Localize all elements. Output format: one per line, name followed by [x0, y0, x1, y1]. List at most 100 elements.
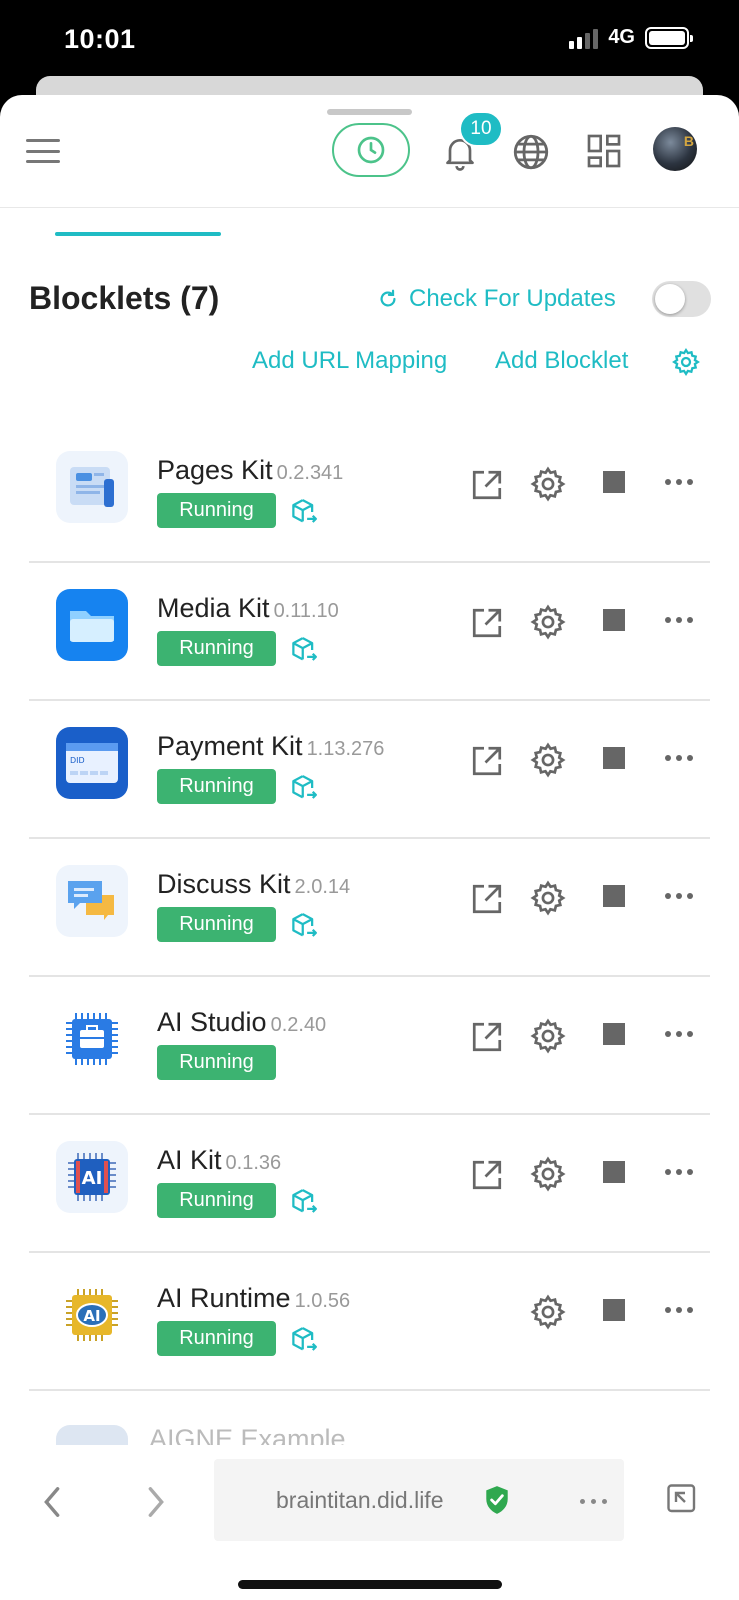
status-bar: 10:01 4G	[0, 0, 739, 82]
pages-kit-logo-icon	[56, 451, 128, 523]
blocklet-name: Pages Kit 0.2.341	[157, 455, 344, 485]
browser-toolbar: braintitan.did.life	[0, 1445, 739, 1600]
more-options-icon[interactable]	[665, 755, 693, 761]
status-indicators: 4G	[569, 26, 693, 49]
app-header: 10 B	[0, 95, 739, 208]
avatar[interactable]: B	[653, 127, 697, 171]
blocklet-row[interactable]: AI AI Kit 0.1.36 Running	[29, 1115, 710, 1253]
back-button[interactable]	[40, 1485, 64, 1524]
more-options-icon[interactable]	[665, 1169, 693, 1175]
activity-clock-button[interactable]	[332, 123, 410, 177]
status-time: 10:01	[64, 24, 136, 54]
menu-icon[interactable]	[26, 139, 60, 163]
payment-card-logo-icon: DID	[56, 727, 128, 799]
status-badge: Running	[157, 907, 276, 942]
open-external-icon[interactable]	[469, 605, 505, 646]
blocklet-version: 1.13.276	[306, 738, 385, 760]
check-updates-label: Check For Updates	[409, 285, 616, 312]
notification-count-badge: 10	[459, 111, 503, 147]
blocklet-row[interactable]: Media Kit 0.11.10 Running	[29, 563, 710, 701]
blocklet-name: Payment Kit 1.13.276	[157, 731, 385, 761]
blocklet-row[interactable]: AI Studio 0.2.40 Running	[29, 977, 710, 1115]
blocklet-name: AI Runtime 1.0.56	[157, 1283, 351, 1313]
grid-icon	[587, 134, 621, 168]
secure-shield-icon	[484, 1485, 510, 1520]
blocklets-settings-button[interactable]	[671, 347, 701, 382]
blocklet-version: 0.2.40	[270, 1014, 327, 1036]
gear-icon[interactable]	[529, 1293, 567, 1336]
stop-icon[interactable]	[603, 471, 625, 493]
url-text: braintitan.did.life	[276, 1487, 444, 1513]
blocklet-row[interactable]: Discuss Kit 2.0.14 Running	[29, 839, 710, 977]
stop-icon[interactable]	[603, 1299, 625, 1321]
active-tab-indicator	[55, 232, 221, 236]
gear-icon[interactable]	[529, 1017, 567, 1060]
open-external-icon[interactable]	[469, 467, 505, 508]
component-share-icon[interactable]	[289, 497, 319, 532]
status-badge: Running	[157, 1183, 276, 1218]
component-share-icon[interactable]	[289, 773, 319, 808]
stop-icon[interactable]	[603, 885, 625, 907]
more-options-icon[interactable]	[665, 893, 693, 899]
more-options-icon[interactable]	[665, 1307, 693, 1313]
chevron-right-icon	[148, 1487, 164, 1517]
open-external-icon[interactable]	[469, 1157, 505, 1198]
page-title: Blocklets (7)	[29, 280, 220, 316]
tabs-icon	[667, 1484, 696, 1513]
stop-icon[interactable]	[603, 609, 625, 631]
blocklet-version: 0.11.10	[273, 600, 339, 622]
gear-icon[interactable]	[529, 1155, 567, 1198]
auto-check-toggle[interactable]	[652, 281, 711, 317]
blocklet-row[interactable]: AI AI Runtime 1.0.56 Running	[29, 1253, 710, 1391]
open-external-icon[interactable]	[469, 881, 505, 922]
check-updates-button[interactable]: Check For Updates	[377, 285, 616, 313]
globe-icon	[513, 134, 549, 170]
svg-text:AI: AI	[82, 1168, 103, 1189]
add-blocklet-button[interactable]: Add Blocklet	[495, 347, 628, 375]
gear-icon	[672, 348, 700, 376]
address-bar[interactable]: braintitan.did.life	[214, 1459, 624, 1541]
blocklet-name: Media Kit 0.11.10	[157, 593, 339, 623]
blocklet-row[interactable]: DID Payment Kit 1.13.276 Running	[29, 701, 710, 839]
more-options-icon[interactable]	[580, 1499, 607, 1504]
gear-icon[interactable]	[529, 603, 567, 646]
component-share-icon[interactable]	[289, 1187, 319, 1222]
dashboard-button[interactable]	[584, 131, 624, 176]
stop-icon[interactable]	[603, 1023, 625, 1045]
status-badge: Running	[157, 1321, 276, 1356]
open-external-icon[interactable]	[469, 743, 505, 784]
component-share-icon[interactable]	[289, 911, 319, 946]
chevron-left-icon	[44, 1487, 60, 1517]
status-badge: Running	[157, 631, 276, 666]
ai-runtime-chip-logo-icon: AI	[56, 1279, 128, 1351]
gear-icon[interactable]	[529, 465, 567, 508]
gear-icon[interactable]	[529, 879, 567, 922]
more-options-icon[interactable]	[665, 617, 693, 623]
component-share-icon[interactable]	[289, 635, 319, 670]
network-label: 4G	[608, 26, 635, 48]
svg-text:DID: DID	[70, 756, 85, 765]
open-external-icon[interactable]	[469, 1019, 505, 1060]
gear-icon[interactable]	[529, 741, 567, 784]
blocklet-name: AI Kit 0.1.36	[157, 1145, 282, 1175]
component-share-icon[interactable]	[289, 1325, 319, 1360]
tabs-button[interactable]	[664, 1481, 700, 1522]
more-options-icon[interactable]	[665, 479, 693, 485]
folder-logo-icon	[56, 589, 128, 661]
more-options-icon[interactable]	[665, 1031, 693, 1037]
clock-icon	[357, 136, 385, 164]
blocklet-row[interactable]: Pages Kit 0.2.341 Running	[29, 425, 710, 563]
forward-button[interactable]	[144, 1485, 168, 1524]
stop-icon[interactable]	[603, 1161, 625, 1183]
blocklet-name: Discuss Kit 2.0.14	[157, 869, 351, 899]
language-button[interactable]	[510, 131, 552, 178]
app-sheet: 10 B Blocklets (7) Check For Updates Add…	[0, 95, 739, 1600]
stop-icon[interactable]	[603, 747, 625, 769]
status-badge: Running	[157, 493, 276, 528]
refresh-icon	[380, 289, 396, 307]
blocklet-version: 0.2.341	[276, 462, 344, 484]
add-url-mapping-button[interactable]: Add URL Mapping	[252, 347, 447, 375]
home-indicator	[238, 1580, 502, 1589]
blocklet-name: AI Studio 0.2.40	[157, 1007, 327, 1037]
svg-text:AI: AI	[83, 1307, 100, 1325]
